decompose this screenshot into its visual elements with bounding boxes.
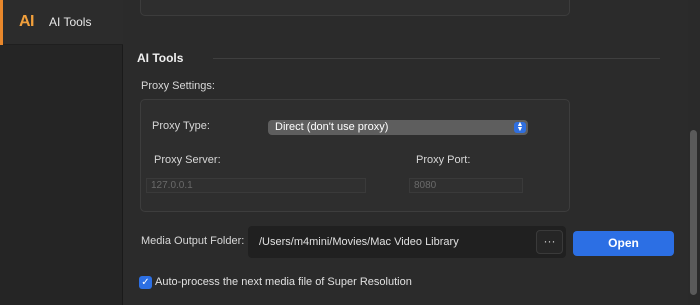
sidebar: AI AI Tools <box>0 0 123 305</box>
checkmark-icon: ✓ <box>141 277 150 288</box>
main-panel: AI Tools Proxy Settings: Proxy Type: Dir… <box>123 0 688 305</box>
open-button[interactable]: Open <box>573 231 674 256</box>
media-output-path-field[interactable]: /Users/m4mini/Movies/Mac Video Library <box>248 226 566 258</box>
ai-logo-icon: AI <box>19 13 35 30</box>
media-output-folder-label: Media Output Folder: <box>141 235 245 247</box>
browse-button[interactable]: ··· <box>536 230 563 254</box>
scrollbar-thumb[interactable] <box>690 130 697 295</box>
section-divider <box>213 58 660 59</box>
app-window: AI AI Tools AI Tools Proxy Settings: Pro… <box>0 0 700 305</box>
chevron-updown-icon: ▲ ▼ <box>514 121 526 133</box>
proxy-port-input[interactable]: 8080 <box>409 178 523 193</box>
media-output-path: /Users/m4mini/Movies/Mac Video Library <box>259 236 459 248</box>
proxy-port-label: Proxy Port: <box>416 154 471 166</box>
previous-section-box <box>140 0 570 16</box>
sidebar-item-ai-tools[interactable]: AI AI Tools <box>0 0 123 45</box>
auto-process-label: Auto-process the next media file of Supe… <box>155 276 412 288</box>
proxy-type-label: Proxy Type: <box>152 120 210 132</box>
proxy-type-select[interactable]: Direct (don't use proxy) ▲ ▼ <box>268 120 528 135</box>
auto-process-checkbox[interactable]: ✓ <box>139 276 152 289</box>
sidebar-item-label: AI Tools <box>49 15 92 29</box>
proxy-server-label: Proxy Server: <box>154 154 221 166</box>
proxy-type-value: Direct (don't use proxy) <box>275 121 389 133</box>
sidebar-selection-accent <box>0 0 3 45</box>
section-title: AI Tools <box>137 51 184 65</box>
proxy-server-input[interactable]: 127.0.0.1 <box>146 178 366 193</box>
proxy-settings-heading: Proxy Settings: <box>141 80 215 92</box>
